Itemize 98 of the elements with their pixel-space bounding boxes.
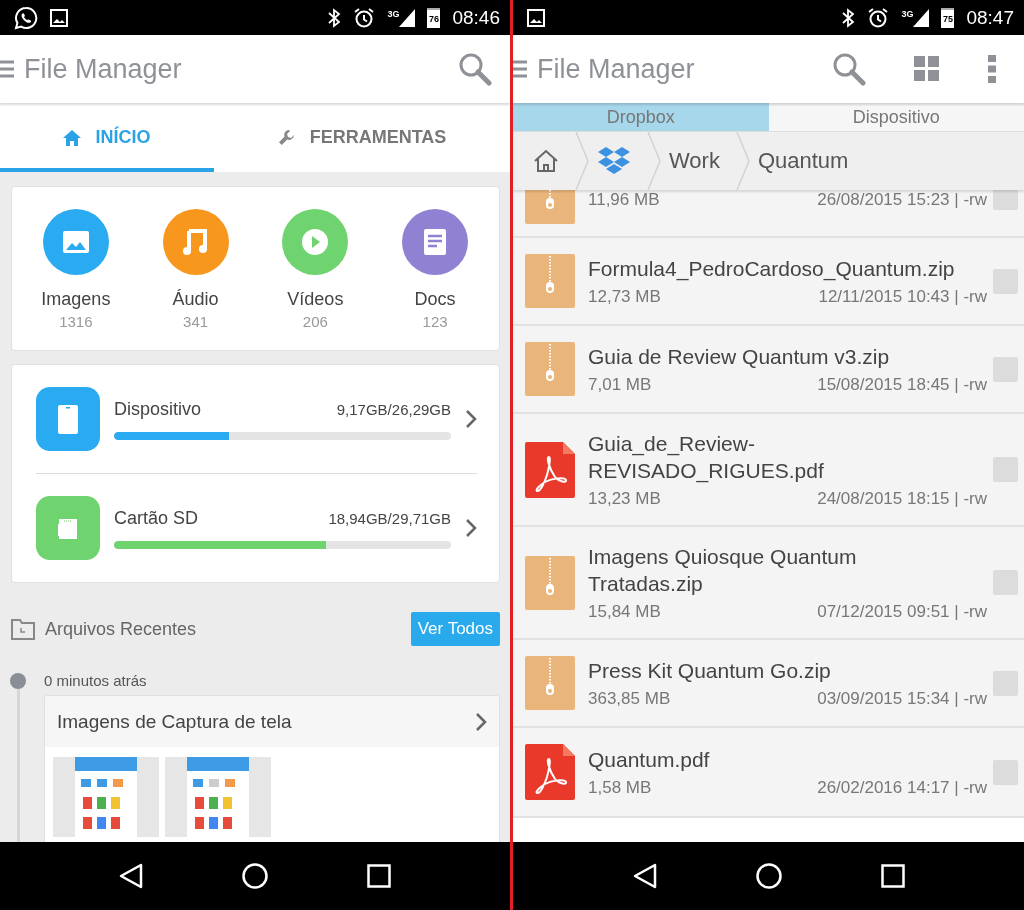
file-name: Press Kit Quantum Go.zip [588,658,832,684]
file-date: 03/09/2015 15:34 | -rw [817,689,987,709]
checkbox[interactable] [993,759,1018,785]
image-icon [527,8,545,27]
breadcrumb-item[interactable]: Work [669,148,720,174]
file-date: 15/08/2015 18:45 | -rw [817,375,987,395]
app-title: File Manager [537,53,695,85]
file-name: Formula4_PedroCardoso_Quantum.zip [588,256,956,282]
more-options-icon[interactable] [988,55,996,83]
chevron-right-icon [475,711,487,732]
pdf-file-icon [525,441,575,498]
battery-level: 75 [941,7,955,28]
open-box-icon[interactable] [597,146,631,176]
recents-icon[interactable] [366,864,391,888]
tab[interactable]: Dispositivo [768,103,1024,131]
file-size: 13,23 MB [588,489,661,509]
file-name: Imagens Quiosque Quantum Tratadas.zip [588,544,858,597]
clock-time: 08:47 [966,6,1014,29]
file-size: 1,58 MB [588,778,652,798]
battery-level: 76 [427,7,441,28]
folder-clock-icon [11,618,35,640]
file-size: 11,96 MB [588,190,660,210]
home-icon[interactable] [533,149,559,173]
file-size: 7,01 MB [588,375,652,395]
pdf-file-icon [525,744,575,800]
storage-usage: 9,17GB/26,29GB [336,400,451,418]
breadcrumb-item[interactable]: Quantum [757,148,849,174]
folder-name: Imagens de Captura de tela [57,710,292,733]
recent-folder-card[interactable]: Imagens de Captura de tela [44,695,500,842]
file-name: Guia_de_Review- REVISADO_RIGUES.pdf [588,431,825,484]
zip-file-icon [525,254,575,308]
zip-file-icon [525,555,575,610]
category-count: 1316 [59,313,93,330]
phone-bubble-icon [14,5,38,30]
recents-icon[interactable] [880,864,905,888]
file-name: Guia de Review Quantum v3.zip [588,344,891,370]
file-date: 07/12/2015 09:51 | -rw [817,602,987,622]
chevron-right-icon[interactable] [465,409,477,429]
category-count: 341 [183,313,209,330]
category-count: 206 [302,313,328,330]
menu-icon[interactable] [513,59,527,79]
storage-name: Cartão SD [114,507,199,529]
file-date: 26/02/2016 14:17 | -rw [817,778,987,798]
music-category-icon[interactable] [162,209,229,275]
alarm-clock-icon [353,6,376,29]
file-size: 363,85 MB [588,689,671,709]
home-circle-icon[interactable] [755,863,782,889]
signal-icon [913,8,930,27]
zip-file-icon [525,342,575,396]
home-icon [63,129,82,146]
timeline-dot [10,672,26,689]
file-date: 26/08/2015 15:23 | -rw [817,190,987,210]
clock-time: 08:46 [452,6,500,29]
file-size: 12,73 MB [588,287,661,307]
checkbox[interactable] [993,670,1018,696]
signal-icon [399,8,416,27]
checkbox[interactable] [993,190,1018,210]
file-size: 15,84 MB [588,602,661,622]
checkbox[interactable] [993,268,1018,294]
view-all-button[interactable]: Ver Todos [410,612,500,646]
category-label: Áudio [172,289,219,310]
file-date: 24/08/2015 18:15 | -rw [817,489,987,509]
doc-category-icon[interactable] [402,209,469,275]
phone-icon[interactable] [36,387,100,451]
image-category-icon[interactable] [42,209,109,275]
grid-view-icon[interactable] [914,56,940,82]
back-icon[interactable] [119,863,144,889]
back-icon[interactable] [632,863,657,889]
file-name: Quantum.pdf [588,747,711,773]
wrench-icon [277,128,296,147]
category-count: 123 [422,313,448,330]
timeline-time: 0 minutos atrás [44,672,147,689]
storage-name: Dispositivo [114,398,202,420]
home-circle-icon[interactable] [242,863,268,889]
menu-icon[interactable] [0,59,14,79]
bluetooth-icon [327,7,342,28]
storage-usage: 18,94GB/29,71GB [328,509,451,527]
category-label: Imagens [41,289,111,310]
network-type: 3G [387,8,400,19]
section-title: Arquivos Recentes [45,618,197,640]
image-icon [50,8,68,27]
checkbox[interactable] [993,570,1018,595]
sd-card-icon[interactable] [36,496,100,560]
category-label: Vídeos [287,289,344,310]
tab[interactable]: Dropbox [513,103,769,131]
network-type: 3G [901,8,914,19]
file-date: 12/11/2015 10:43 | -rw [818,287,987,307]
video-category-icon[interactable] [282,209,349,275]
chevron-right-icon[interactable] [465,518,477,538]
checkbox[interactable] [993,356,1018,382]
app-title: File Manager [24,53,182,85]
category-label: Docs [414,289,456,310]
bluetooth-icon [841,7,856,28]
search-icon[interactable] [832,52,866,86]
search-icon[interactable] [458,52,492,86]
zip-file-icon [525,656,575,710]
alarm-clock-icon [867,6,890,29]
checkbox[interactable] [993,457,1018,482]
